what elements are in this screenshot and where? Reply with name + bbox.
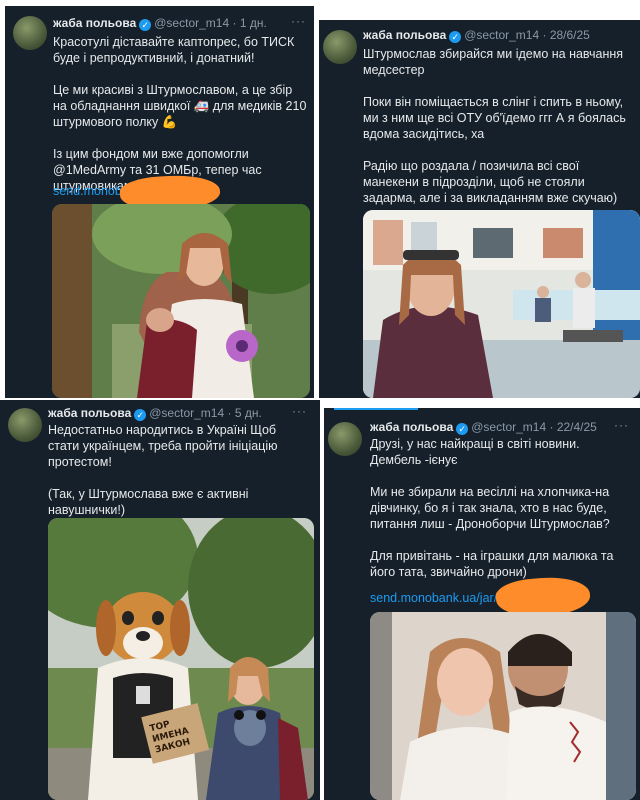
tweet-date[interactable]: · 22/4/25 (549, 420, 596, 434)
photo-illustration (48, 518, 314, 800)
tweet-photo[interactable]: ТОР ИМЕНА ЗАКОН (48, 518, 314, 800)
verified-badge-icon: ✓ (139, 19, 152, 31)
author-name[interactable]: жаба польова (53, 16, 136, 30)
donation-link[interactable]: send.monobank.ua/jar/6 (370, 590, 504, 606)
tweet-card-1[interactable]: жаба польова ✓ @sector_m14 · 1 дн. ··· Кра… (5, 6, 314, 398)
tweet-photo[interactable] (52, 204, 310, 398)
tweet-paragraph: Недостатньо народитись в Україні Щоб ста… (48, 423, 278, 469)
tweet-text: Штурмослав збирайся ми ідемо на навчання… (363, 46, 635, 222)
tweet-paragraph: Ми не збирали на весіллі на хлопчика-на … (370, 485, 610, 531)
tweet-card-4[interactable]: жаба польова ✓ @sector_m14 · 22/4/25 ··· Д… (324, 408, 640, 800)
verified-badge-icon: ✓ (456, 423, 469, 435)
author-handle[interactable]: @sector_m14 (154, 16, 229, 30)
tweet-text: Друзі, у нас найкращі в світі новини. Де… (370, 436, 634, 596)
verified-badge-icon: ✓ (449, 31, 462, 43)
author-handle[interactable]: @sector_m14 (471, 420, 546, 434)
thread-indicator (334, 408, 418, 410)
tweet-photo[interactable] (370, 612, 636, 800)
tweet-date[interactable]: · 1 дн. (232, 16, 266, 30)
tweet-paragraph: Радію що роздала / позичила всі свої ман… (363, 159, 618, 205)
tweet-paragraph: (Так, у Штурмослава вже є активні навушн… (48, 487, 249, 517)
photo-illustration (363, 210, 640, 398)
tweet-paragraph: Друзі, у нас найкращі в світі новини. Де… (370, 437, 580, 467)
tweet-card-2[interactable]: жаба польова ✓ @sector_m14 · 28/6/25 Штурм… (319, 20, 640, 398)
author-handle[interactable]: @sector_m14 (149, 406, 224, 420)
author-handle[interactable]: @sector_m14 (464, 28, 539, 42)
author-name[interactable]: жаба польова (370, 420, 453, 434)
tweet-paragraph: Для привітань - на іграшки для малюка та… (370, 549, 614, 579)
photo-illustration (370, 612, 636, 800)
more-options-icon[interactable]: ··· (614, 418, 629, 432)
tweet-photo[interactable] (363, 210, 640, 398)
tweet-date[interactable]: · 28/6/25 (542, 28, 589, 42)
avatar[interactable] (328, 422, 362, 456)
avatar[interactable] (13, 16, 47, 50)
tweet-paragraph: Красотулі діставайте каптопрес, бо ТИСК … (53, 35, 295, 65)
more-options-icon[interactable]: ··· (291, 14, 306, 28)
author-name[interactable]: жаба польова (48, 406, 131, 420)
avatar[interactable] (323, 30, 357, 64)
verified-badge-icon: ✓ (134, 409, 147, 421)
tweet-paragraph: Це ми красиві з Штурмославом, а це збір … (53, 83, 307, 129)
more-options-icon[interactable]: ··· (292, 404, 307, 418)
tweet-card-3[interactable]: жаба польова ✓ @sector_m14 · 5 дн. ··· Нед… (0, 400, 320, 800)
photo-illustration (52, 204, 310, 398)
tweet-date[interactable]: · 5 дн. (227, 406, 261, 420)
avatar[interactable] (8, 408, 42, 442)
tweet-paragraph: Поки він поміщається в слінг і спить в н… (363, 95, 626, 141)
author-name[interactable]: жаба польова (363, 28, 446, 42)
tweet-paragraph: Штурмослав збирайся ми ідемо на навчання… (363, 47, 624, 77)
